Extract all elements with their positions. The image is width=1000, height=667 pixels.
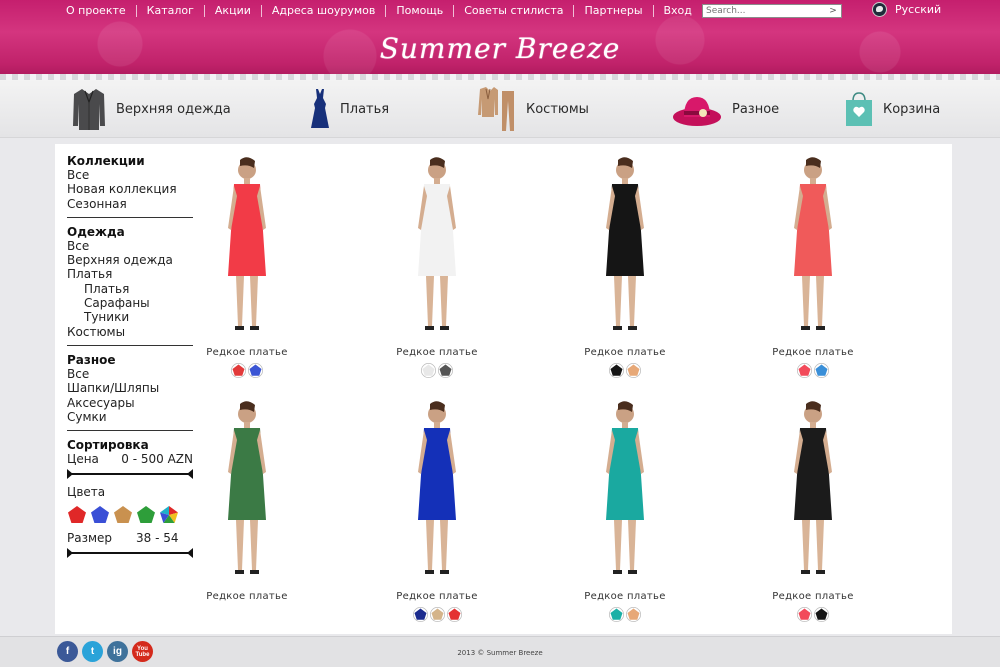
- product-name[interactable]: Редкое платье: [352, 591, 522, 602]
- header-banner: О проекте Каталог Акции Адреса шоурумов …: [0, 0, 1000, 80]
- nav-help[interactable]: Помощь: [386, 5, 455, 17]
- top-navigation: О проекте Каталог Акции Адреса шоурумов …: [56, 2, 702, 20]
- product-name[interactable]: Редкое платье: [540, 591, 710, 602]
- color-swatch[interactable]: [797, 607, 812, 622]
- product-color-swatches: [540, 363, 710, 378]
- site-logo[interactable]: Summer Breeze: [0, 32, 1000, 65]
- product-image[interactable]: [162, 156, 332, 341]
- copyright: 2013 © Summer Breeze: [457, 649, 543, 657]
- slider-min-handle[interactable]: [67, 469, 73, 480]
- filter-link[interactable]: Шапки/Шляпы: [67, 381, 193, 395]
- color-swatch-green[interactable]: [136, 505, 156, 525]
- jacket-icon: [73, 89, 105, 130]
- size-label: Размер: [67, 531, 113, 546]
- category-outerwear[interactable]: Верхняя одежда: [72, 84, 231, 134]
- product-image[interactable]: [162, 400, 332, 585]
- product-name[interactable]: Редкое платье: [728, 347, 898, 358]
- language-label: Русский: [895, 3, 942, 16]
- category-cart[interactable]: Корзина: [845, 84, 940, 134]
- product-card[interactable]: Редкое платье: [540, 156, 710, 378]
- nav-about[interactable]: О проекте: [56, 5, 137, 17]
- shopping-bag-icon: [846, 92, 872, 126]
- category-dresses[interactable]: Платья: [310, 84, 389, 134]
- price-label: Цена: [67, 452, 99, 467]
- nav-promotions[interactable]: Акции: [205, 5, 262, 17]
- search-box: >: [702, 4, 842, 18]
- category-misc[interactable]: Разное: [672, 84, 779, 134]
- color-swatch[interactable]: [626, 607, 641, 622]
- dress-icon: [311, 89, 329, 128]
- product-card[interactable]: Редкое платье: [162, 400, 332, 607]
- product-name[interactable]: Редкое платье: [728, 591, 898, 602]
- category-label: Корзина: [883, 101, 941, 117]
- nav-partners[interactable]: Партнеры: [574, 5, 654, 17]
- color-swatch[interactable]: [248, 363, 263, 378]
- slider-min-handle[interactable]: [67, 548, 73, 559]
- color-swatch[interactable]: [609, 363, 624, 378]
- category-label: Платья: [340, 101, 390, 117]
- color-swatch[interactable]: [814, 363, 829, 378]
- nav-catalog[interactable]: Каталог: [137, 5, 205, 17]
- product-name[interactable]: Редкое платье: [162, 591, 332, 602]
- product-color-swatches: [728, 363, 898, 378]
- color-swatch[interactable]: [231, 363, 246, 378]
- color-swatch-blue[interactable]: [90, 505, 110, 525]
- category-label: Костюмы: [526, 101, 589, 117]
- category-label: Разное: [732, 101, 780, 117]
- product-name[interactable]: Редкое платье: [540, 347, 710, 358]
- globe-icon: [872, 2, 887, 17]
- color-swatch[interactable]: [814, 607, 829, 622]
- product-card[interactable]: Редкое платье: [162, 156, 332, 378]
- product-color-swatches: [162, 363, 332, 378]
- color-swatch[interactable]: [412, 607, 428, 622]
- product-color-swatches: [728, 607, 898, 622]
- product-name[interactable]: Редкое платье: [352, 347, 522, 358]
- product-name[interactable]: Редкое платье: [162, 347, 332, 358]
- nav-stylist-tips[interactable]: Советы стилиста: [454, 5, 575, 17]
- color-swatch-red[interactable]: [67, 505, 87, 525]
- product-card[interactable]: Редкое платье: [352, 400, 522, 622]
- hat-icon: [673, 97, 721, 126]
- color-swatch[interactable]: [797, 363, 812, 378]
- product-image[interactable]: [352, 400, 522, 585]
- color-swatch[interactable]: [626, 363, 641, 378]
- search-button[interactable]: >: [825, 6, 841, 16]
- color-swatch[interactable]: [438, 363, 453, 378]
- product-color-swatches: [352, 363, 522, 378]
- product-image[interactable]: [352, 156, 522, 341]
- product-image[interactable]: [728, 400, 898, 585]
- suit-icon: [478, 87, 514, 131]
- category-suits[interactable]: Костюмы: [476, 84, 589, 134]
- color-swatch[interactable]: [609, 607, 624, 622]
- product-image[interactable]: [540, 156, 710, 341]
- content-panel: Коллекции Все Новая коллекция Сезонная О…: [55, 144, 952, 634]
- language-selector[interactable]: Русский: [872, 2, 941, 17]
- search-input[interactable]: [703, 5, 825, 17]
- product-color-swatches: [540, 607, 710, 622]
- nav-showrooms[interactable]: Адреса шоурумов: [262, 5, 387, 17]
- footer: f t ig You Tube 2013 © Summer Breeze: [0, 636, 1000, 667]
- product-card[interactable]: Редкое платье: [540, 400, 710, 622]
- product-card[interactable]: Редкое платье: [352, 156, 522, 378]
- product-card[interactable]: Редкое платье: [728, 156, 898, 378]
- category-bar: Верхняя одежда Платья Костюмы Разное Кор…: [0, 80, 1000, 138]
- nav-login[interactable]: Вход: [654, 5, 702, 17]
- category-label: Верхняя одежда: [116, 101, 231, 117]
- product-image[interactable]: [728, 156, 898, 341]
- color-swatch[interactable]: [429, 607, 445, 622]
- product-card[interactable]: Редкое платье: [728, 400, 898, 622]
- color-swatch[interactable]: [421, 363, 436, 378]
- product-color-swatches: [352, 607, 522, 622]
- color-swatch-tan[interactable]: [113, 505, 133, 525]
- color-swatch[interactable]: [446, 607, 462, 622]
- product-image[interactable]: [540, 400, 710, 585]
